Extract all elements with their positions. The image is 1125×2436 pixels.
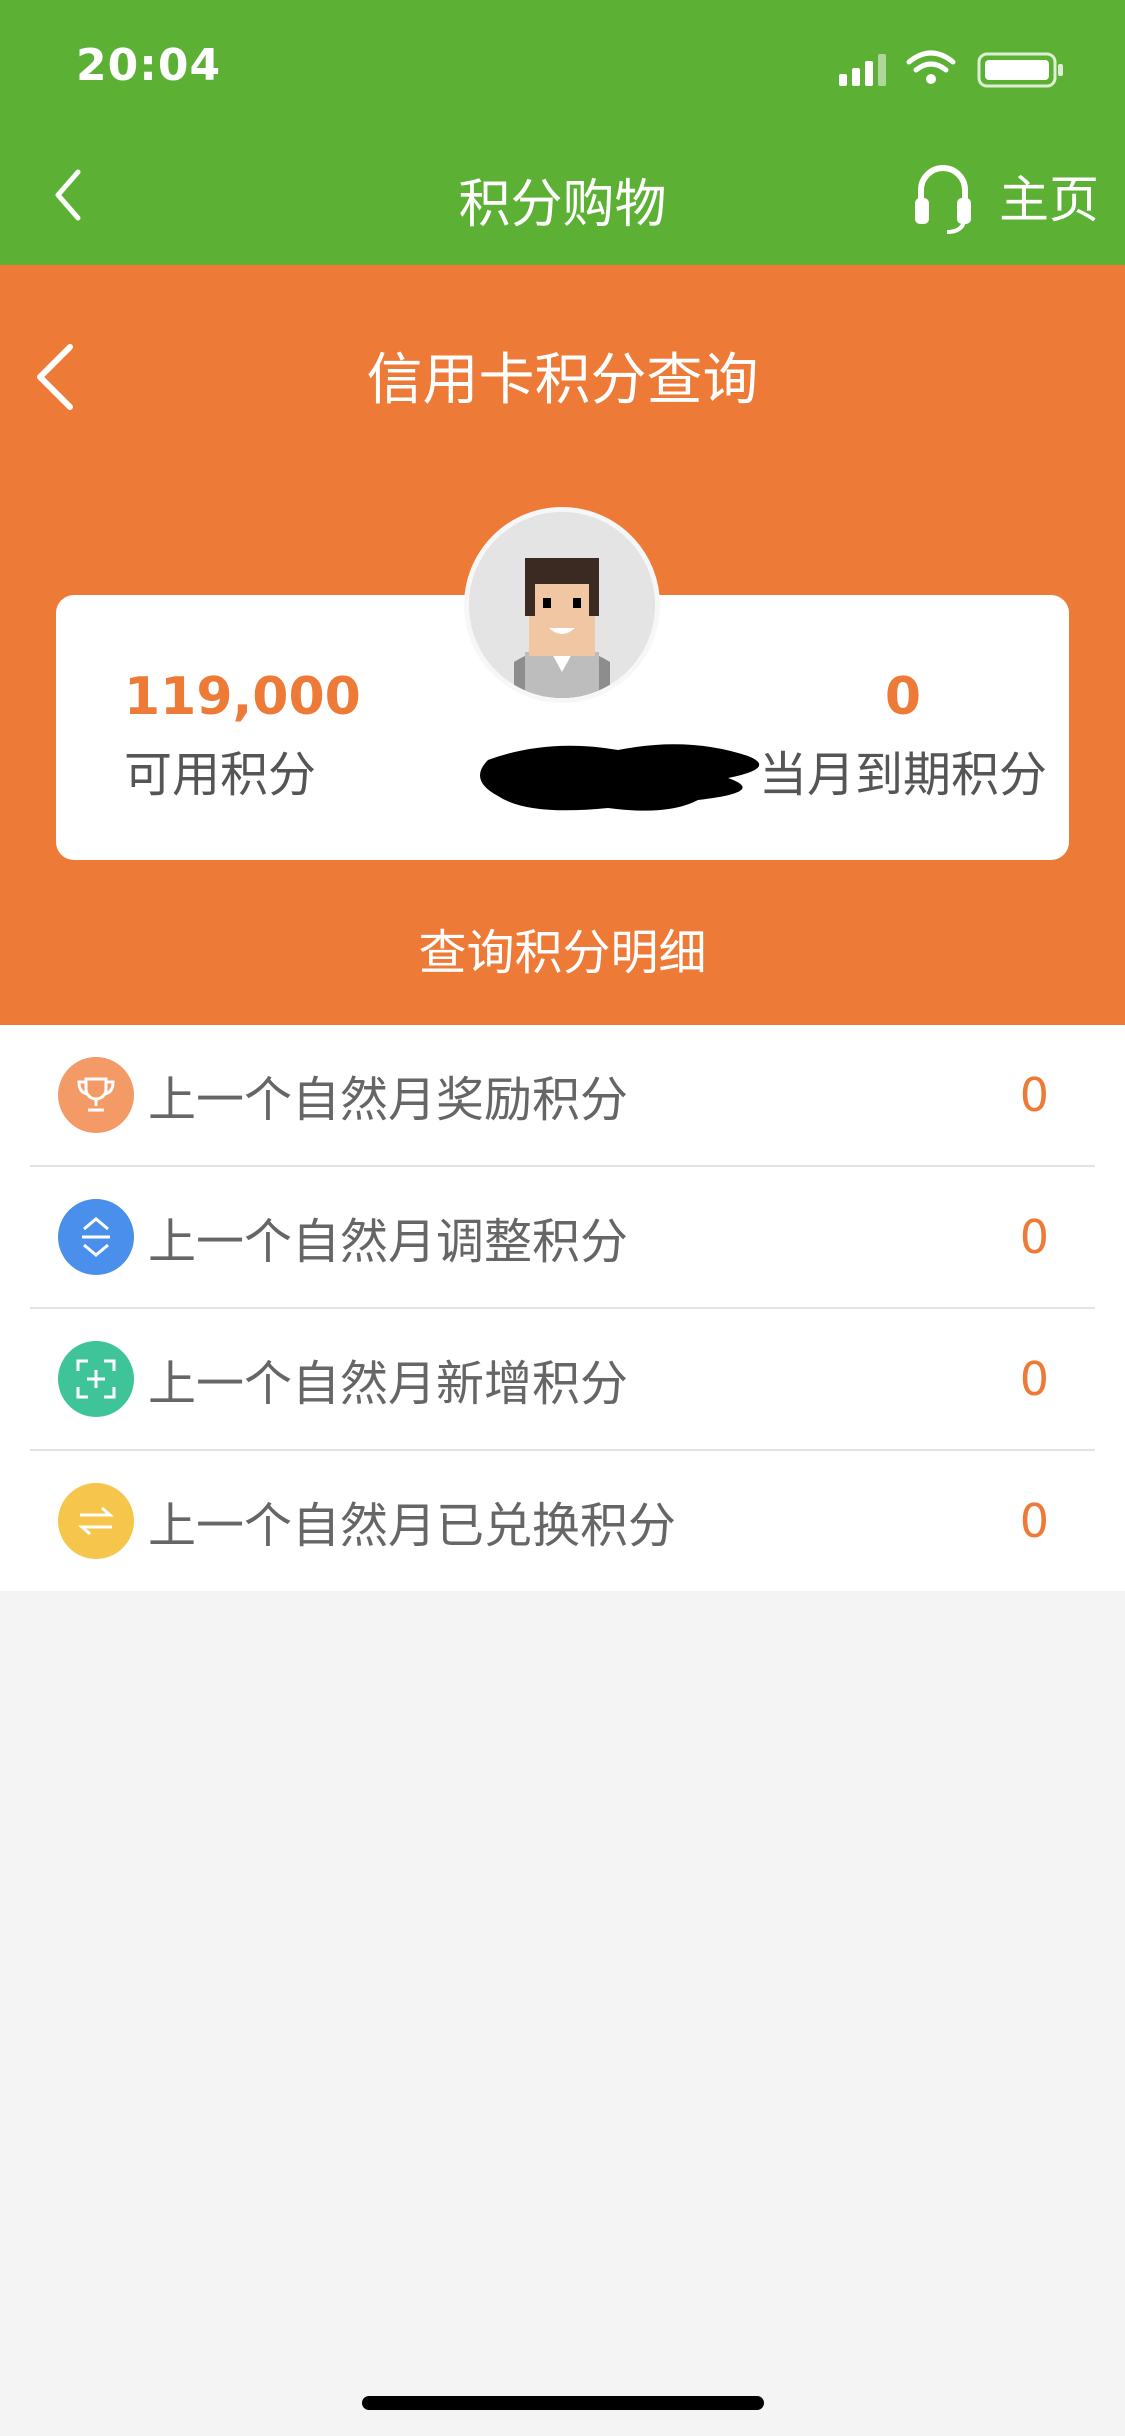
- trophy-icon: [58, 1057, 134, 1133]
- list-item[interactable]: 上一个自然月调整积分 0: [30, 1167, 1095, 1309]
- list-item-value: 0: [1019, 1352, 1049, 1406]
- list-item[interactable]: 上一个自然月新增积分 0: [30, 1309, 1095, 1451]
- exchange-icon: [58, 1483, 134, 1559]
- list-item[interactable]: 上一个自然月奖励积分 0: [30, 1025, 1095, 1167]
- expiring-points: 0 当月到期积分: [759, 667, 1047, 805]
- list-item-label: 上一个自然月奖励积分: [148, 1072, 629, 1128]
- status-icons: [839, 50, 1063, 88]
- list-item-value: 0: [1019, 1068, 1049, 1122]
- points-list: 上一个自然月奖励积分 0 上一个自然月调整积分 0 上一个自然月新增积分 0 上…: [0, 1025, 1125, 1591]
- points-header: 信用卡积分查询 119,000 可用积分 0 当月到期积分 查询积分明细: [0, 265, 1125, 1025]
- home-button[interactable]: 主页: [913, 158, 1099, 234]
- app-nav-bar: 20:04 积分购物 主页: [0, 0, 1125, 265]
- list-item[interactable]: 上一个自然月已兑换积分 0: [30, 1451, 1095, 1591]
- available-points-label: 可用积分: [124, 747, 317, 803]
- expiring-points-value: 0: [884, 667, 922, 727]
- avatar-image: [469, 512, 655, 698]
- adjust-icon: [58, 1199, 134, 1275]
- points-detail-link[interactable]: 查询积分明细: [0, 913, 1125, 983]
- available-points-value: 119,000: [124, 667, 361, 727]
- list-item-label: 上一个自然月新增积分: [148, 1356, 629, 1412]
- list-item-label: 上一个自然月已兑换积分: [148, 1498, 677, 1554]
- page-title: 信用卡积分查询: [366, 348, 759, 413]
- headset-icon: [915, 165, 971, 234]
- add-icon: [58, 1341, 134, 1417]
- list-item-value: 0: [1019, 1210, 1049, 1264]
- avatar: [464, 507, 660, 703]
- available-points: 119,000 可用积分: [124, 667, 361, 805]
- expiring-points-label: 当月到期积分: [758, 747, 1047, 803]
- list-item-label: 上一个自然月调整积分: [148, 1214, 629, 1270]
- home-indicator: [362, 2396, 764, 2410]
- redacted-name: [480, 744, 760, 811]
- status-time: 20:04: [76, 40, 222, 91]
- list-item-value: 0: [1019, 1494, 1049, 1548]
- home-label: 主页: [999, 171, 1099, 229]
